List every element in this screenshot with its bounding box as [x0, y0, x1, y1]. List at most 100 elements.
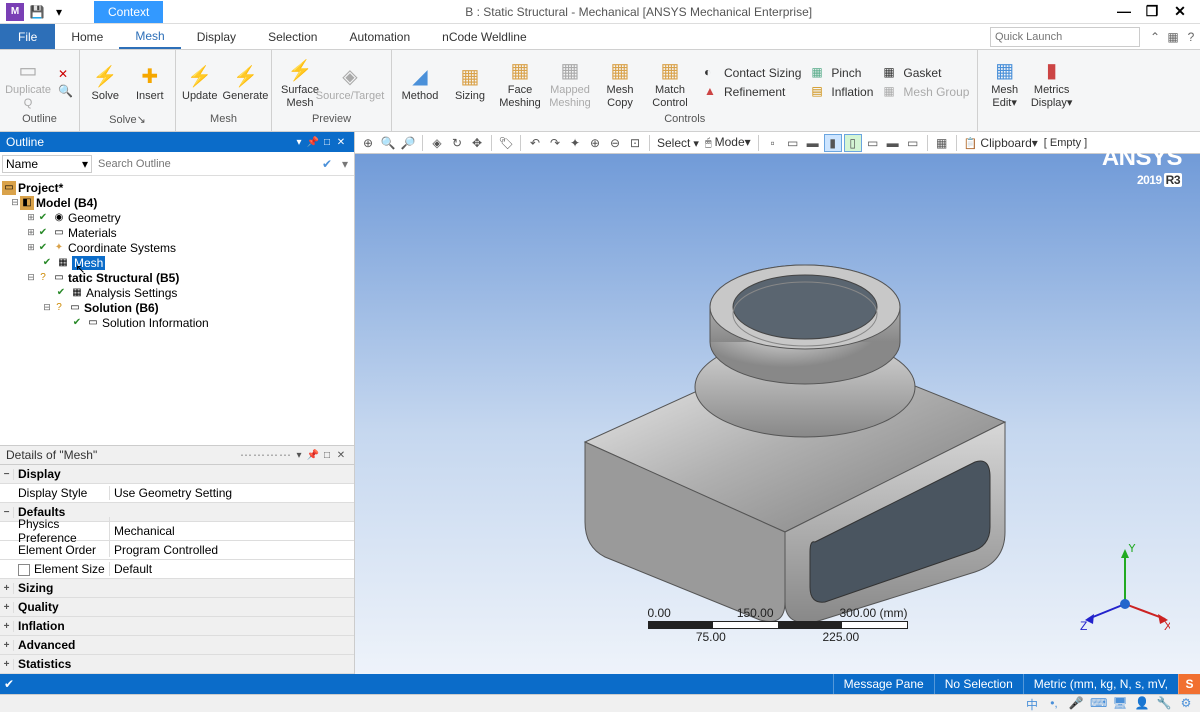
gasket-button[interactable]: ▦Gasket — [879, 64, 973, 82]
cat-inflation[interactable]: +Inflation — [0, 617, 354, 636]
tab-ncode[interactable]: nCode Weldline — [426, 24, 543, 49]
redo-icon[interactable]: ↷ — [546, 134, 564, 152]
tree-static-structural[interactable]: ⊟?▭tatic Structural (B5) — [2, 270, 352, 285]
tag-icon[interactable]: 🏷 — [497, 134, 515, 152]
cat-statistics[interactable]: +Statistics — [0, 655, 354, 674]
details-grip-icon[interactable]: ⋯⋯⋯⋯ — [240, 448, 292, 462]
find-icon[interactable]: 🔍 — [54, 83, 77, 99]
options-icon[interactable]: ▦ — [1164, 24, 1182, 49]
method-button[interactable]: ◢Method — [396, 60, 444, 104]
units-status[interactable]: Metric (mm, kg, N, s, mV, — [1023, 674, 1178, 694]
sel-face-icon[interactable]: ▬ — [804, 134, 822, 152]
tree-project[interactable]: ▭Project* — [2, 180, 352, 195]
rotate-icon[interactable]: ↻ — [448, 134, 466, 152]
solve-button[interactable]: ⚡Solve — [84, 60, 127, 104]
help-icon[interactable]: ? — [1182, 24, 1200, 49]
generate-button[interactable]: ⚡Generate — [221, 60, 269, 104]
zoom-in-icon[interactable]: ⊕ — [586, 134, 604, 152]
tray-lang-icon[interactable]: 中 — [1024, 696, 1040, 712]
mapped-meshing-button[interactable]: ▦Mapped Meshing — [546, 54, 594, 110]
filter-clear-icon[interactable]: ✔ — [318, 157, 336, 171]
sel-body-icon[interactable]: ▮ — [824, 134, 842, 152]
center-icon[interactable]: ✦ — [566, 134, 584, 152]
details-pin-icon[interactable]: 📌 — [306, 450, 320, 461]
metrics-display-button[interactable]: ▮Metrics Display▾ — [1029, 54, 1075, 110]
minimize-button[interactable]: — — [1114, 3, 1134, 20]
clipboard-dropdown[interactable]: 📋 Clipboard▾ — [962, 136, 1040, 150]
mesh-group-button[interactable]: ▦Mesh Group — [879, 83, 973, 101]
fit-icon[interactable]: ⊕ — [359, 134, 377, 152]
cat-advanced[interactable]: +Advanced — [0, 636, 354, 655]
tray-display-icon[interactable]: 🖥 — [1112, 696, 1128, 712]
contact-sizing-button[interactable]: ◐Contact Sizing — [700, 64, 805, 82]
tree-mesh[interactable]: ✔▦Mesh↖ — [2, 255, 352, 270]
cat-quality[interactable]: +Quality — [0, 598, 354, 617]
row-element-size[interactable]: Element SizeDefault — [0, 560, 354, 579]
qat-dropdown-icon[interactable]: ▾ — [50, 3, 68, 21]
save-icon[interactable]: 💾 — [28, 3, 46, 21]
tray-settings-icon[interactable]: ⚙ — [1178, 696, 1194, 712]
details-window-icon[interactable]: □ — [320, 450, 334, 461]
delete-icon[interactable]: ✕ — [54, 66, 77, 82]
tab-home[interactable]: Home — [55, 24, 119, 49]
refinement-button[interactable]: ▲Refinement — [700, 83, 805, 101]
undo-icon[interactable]: ↶ — [526, 134, 544, 152]
tree-geometry[interactable]: ⊞✔◉Geometry — [2, 210, 352, 225]
duplicate-button[interactable]: ▭Duplicate Q — [4, 54, 52, 110]
zoom-all-icon[interactable]: ⊡ — [626, 134, 644, 152]
tray-person-icon[interactable]: 👤 — [1134, 696, 1150, 712]
tree-coord-systems[interactable]: ⊞✔✦Coordinate Systems — [2, 240, 352, 255]
sizing-button[interactable]: ▦Sizing — [446, 60, 494, 104]
extend-icon[interactable]: ▦ — [933, 134, 951, 152]
outline-pin-icon[interactable]: 📌 — [306, 137, 320, 148]
row-element-order[interactable]: Element OrderProgram Controlled — [0, 541, 354, 560]
iso-icon[interactable]: ◈ — [428, 134, 446, 152]
tray-punct-icon[interactable]: •, — [1046, 696, 1062, 712]
row-display-style[interactable]: Display StyleUse Geometry Setting — [0, 484, 354, 503]
quick-launch-input[interactable] — [990, 27, 1140, 47]
mode-dropdown[interactable]: 🖱 Mode▾ — [703, 135, 753, 150]
select-dropdown[interactable]: Select ▾ — [655, 136, 701, 150]
sel-vertex-icon[interactable]: ▫ — [764, 134, 782, 152]
outline-search-input[interactable] — [94, 158, 318, 170]
outline-close-icon[interactable]: ✕ — [334, 137, 348, 148]
outline-filter-dropdown[interactable]: Name▾ — [2, 155, 92, 173]
row-physics-pref[interactable]: Physics PreferenceMechanical — [0, 522, 354, 541]
source-target-button[interactable]: ◈Source/Target — [326, 60, 374, 104]
close-button[interactable]: ✕ — [1170, 3, 1190, 20]
element-size-checkbox[interactable] — [18, 564, 30, 576]
cat-sizing[interactable]: +Sizing — [0, 579, 354, 598]
sel-path-icon[interactable]: ▬ — [884, 134, 902, 152]
outline-tree[interactable]: ▭Project* ⊟◧Model (B4) ⊞✔◉Geometry ⊞✔▭Ma… — [0, 176, 354, 445]
match-control-button[interactable]: ▦Match Control — [646, 54, 694, 110]
tree-model[interactable]: ⊟◧Model (B4) — [2, 195, 352, 210]
details-close-icon[interactable]: ✕ — [334, 450, 348, 461]
tree-solution[interactable]: ⊟?▭Solution (B6) — [2, 300, 352, 315]
tab-mesh[interactable]: Mesh — [119, 24, 180, 49]
zoom-icon[interactable]: 🔍 — [379, 134, 397, 152]
sel-edge-icon[interactable]: ▭ — [784, 134, 802, 152]
triad[interactable]: Y X Z — [1080, 544, 1170, 634]
tree-solution-info[interactable]: ✔▭Solution Information — [2, 315, 352, 330]
input-indicator-icon[interactable]: S — [1178, 674, 1200, 694]
cat-display[interactable]: −Display — [0, 465, 354, 484]
tab-automation[interactable]: Automation — [333, 24, 426, 49]
tab-display[interactable]: Display — [181, 24, 252, 49]
tray-keyboard-icon[interactable]: ⌨ — [1090, 696, 1106, 712]
outline-dropdown-icon[interactable]: ▾ — [292, 137, 306, 148]
model-3d[interactable] — [525, 212, 1045, 632]
insert-button[interactable]: ✚Insert — [129, 60, 172, 104]
viewport[interactable]: ⊕ 🔍 🔎 ◈ ↻ ✥ 🏷 ↶ ↷ ✦ ⊕ ⊖ ⊡ Select ▾ 🖱 Mod… — [355, 132, 1200, 674]
tab-selection[interactable]: Selection — [252, 24, 333, 49]
zoom-out-icon[interactable]: ⊖ — [606, 134, 624, 152]
sel-coord-icon[interactable]: ▭ — [904, 134, 922, 152]
context-tab[interactable]: Context — [94, 1, 163, 23]
pinch-button[interactable]: ▦Pinch — [807, 64, 877, 82]
mesh-edit-button[interactable]: ▦Mesh Edit▾ — [982, 54, 1026, 110]
pan-icon[interactable]: ✥ — [468, 134, 486, 152]
tree-materials[interactable]: ⊞✔▭Materials — [2, 225, 352, 240]
face-meshing-button[interactable]: ▦Face Meshing — [496, 54, 544, 110]
zoom-box-icon[interactable]: 🔎 — [399, 134, 417, 152]
outline-window-icon[interactable]: □ — [320, 137, 334, 148]
message-pane-button[interactable]: Message Pane — [833, 674, 934, 694]
